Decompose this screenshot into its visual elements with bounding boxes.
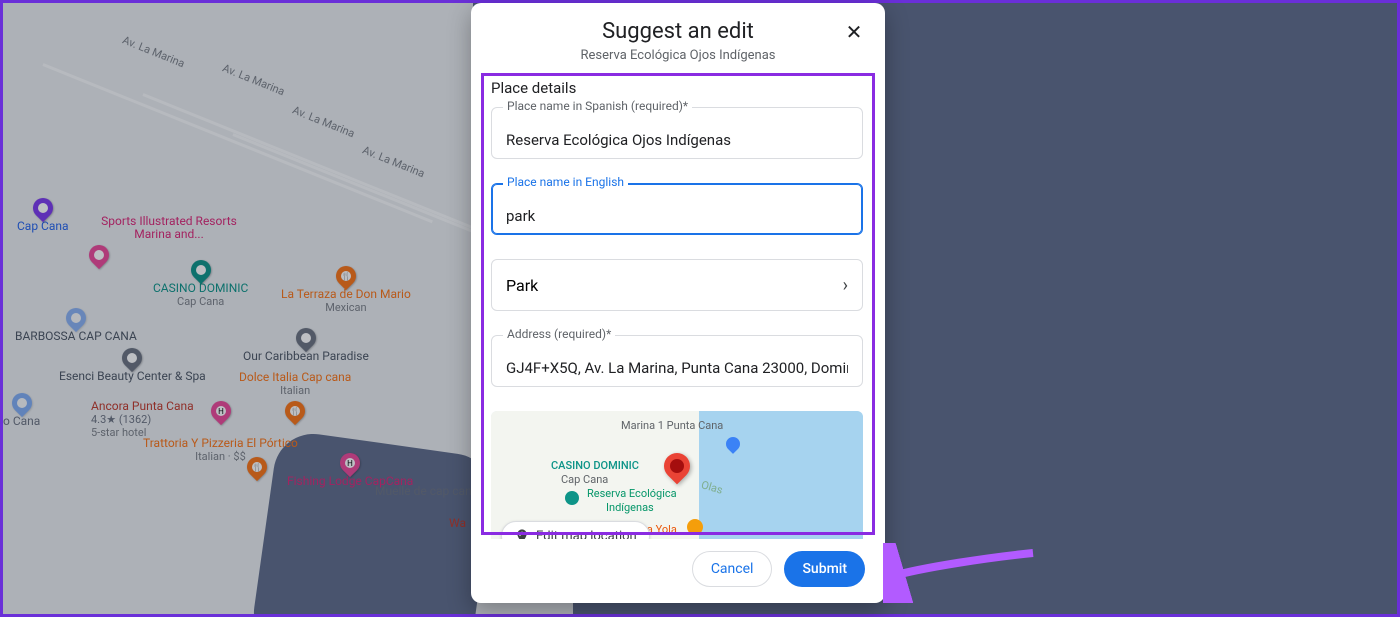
category-selector[interactable]: Park › — [491, 259, 863, 311]
dialog-body: Place details Place name in Spanish (req… — [471, 73, 885, 539]
suggest-edit-dialog: Suggest an edit Reserva Ecológica Ojos I… — [471, 3, 885, 603]
mm-label-casino-sub: Cap Cana — [561, 473, 608, 486]
close-icon: ✕ — [846, 20, 863, 44]
place-name-english-input[interactable] — [491, 183, 863, 235]
dialog-scroll[interactable]: Place details Place name in Spanish (req… — [471, 73, 879, 539]
dialog-title: Suggest an edit — [491, 19, 865, 44]
mm-label-reserva-sub: Indígenas — [606, 501, 654, 514]
mm-pin-casino — [565, 491, 579, 505]
mm-label-casino: CASINO DOMINIC — [551, 459, 639, 472]
place-name-english-label: Place name in English — [503, 175, 628, 189]
address-field: Address (required)* — [491, 335, 863, 387]
edit-map-location-button[interactable]: Edit map location — [501, 521, 650, 539]
edit-location-icon — [514, 528, 530, 539]
section-heading: Place details — [491, 79, 863, 97]
dialog-subtitle: Reserva Ecológica Ojos Indígenas — [491, 48, 865, 63]
place-name-spanish-label: Place name in Spanish (required)* — [503, 99, 692, 113]
mm-label-reserva: Reserva Ecológica — [587, 487, 677, 500]
place-name-spanish-input[interactable] — [491, 107, 863, 159]
edit-map-location-label: Edit map location — [536, 529, 637, 540]
viewport: Av. La Marina Av. La Marina Av. La Marin… — [0, 0, 1400, 617]
category-value: Park — [506, 276, 538, 295]
address-label: Address (required)* — [503, 327, 615, 341]
address-input[interactable] — [491, 335, 863, 387]
cancel-button[interactable]: Cancel — [692, 551, 773, 587]
mm-label-marina: Marina 1 Punta Cana — [621, 419, 723, 432]
dialog-header: Suggest an edit Reserva Ecológica Ojos I… — [471, 3, 885, 73]
place-name-english-field: Place name in English — [491, 183, 863, 235]
close-button[interactable]: ✕ — [837, 15, 871, 49]
chevron-right-icon: › — [843, 275, 848, 296]
dialog-footer: Cancel Submit — [471, 539, 885, 603]
place-name-spanish-field: Place name in Spanish (required)* — [491, 107, 863, 159]
mm-pin-yola — [687, 519, 703, 535]
submit-button[interactable]: Submit — [784, 551, 865, 587]
location-minimap[interactable]: Marina 1 Punta Cana CASINO DOMINIC Cap C… — [491, 411, 863, 539]
